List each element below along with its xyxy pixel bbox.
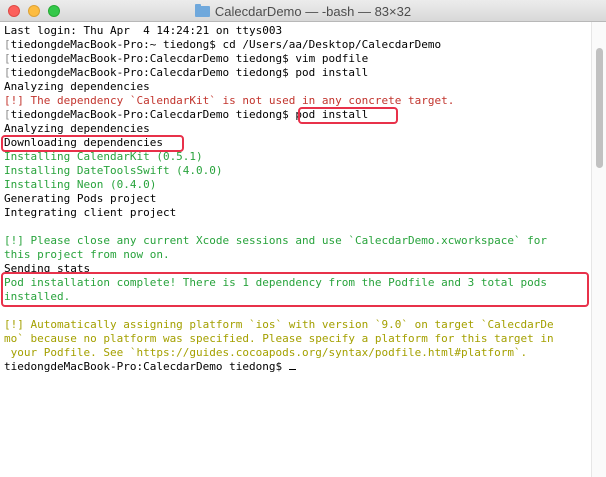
terminal-output[interactable]: Last login: Thu Apr 4 14:24:21 on ttys00… xyxy=(0,22,590,477)
terminal-line: [tiedongdeMacBook-Pro:~ tiedong$ cd /Use… xyxy=(4,38,590,52)
terminal-line: tiedongdeMacBook-Pro:CalecdarDemo tiedon… xyxy=(4,360,590,374)
terminal-line-text: Downloading dependencies xyxy=(4,136,163,149)
line-marker: [ xyxy=(4,66,11,79)
terminal-line: [!] Automatically assigning platform `io… xyxy=(4,318,590,332)
terminal-line: [tiedongdeMacBook-Pro:CalecdarDemo tiedo… xyxy=(4,66,590,80)
terminal-line-text: installed. xyxy=(4,290,71,303)
terminal-line: Pod installation complete! There is 1 de… xyxy=(4,276,590,290)
terminal-line: [!] Please close any current Xcode sessi… xyxy=(4,234,590,248)
terminal-line: Analyzing dependencies xyxy=(4,122,590,136)
folder-icon xyxy=(194,3,210,17)
terminal-window: CalecdarDemo — -bash — 83×32 Last login:… xyxy=(0,0,606,477)
terminal-line-text: tiedongdeMacBook-Pro:CalecdarDemo tiedon… xyxy=(4,360,289,373)
terminal-line-text: Generating Pods project xyxy=(4,192,157,205)
terminal-line-text: tiedongdeMacBook-Pro:CalecdarDemo tiedon… xyxy=(10,108,369,121)
scrollbar[interactable] xyxy=(591,22,606,477)
terminal-line: Downloading dependencies xyxy=(4,136,590,150)
terminal-line-text: Installing Neon (0.4.0) xyxy=(4,178,157,191)
terminal-line-text: Installing DateToolsSwift (4.0.0) xyxy=(4,164,223,177)
terminal-line-text: Sending stats xyxy=(4,262,91,275)
terminal-line: your Podfile. See `https://guides.cocoap… xyxy=(4,346,590,360)
terminal-line: [tiedongdeMacBook-Pro:CalecdarDemo tiedo… xyxy=(4,52,590,66)
terminal-line: this project from now on. xyxy=(4,248,590,262)
terminal-line-text: tiedongdeMacBook-Pro:~ tiedong$ cd /User… xyxy=(10,38,442,51)
terminal-line-text: this project from now on. xyxy=(4,248,170,261)
terminal-line-text: Installing CalendarKit (0.5.1) xyxy=(4,150,203,163)
terminal-line-text: Analyzing dependencies xyxy=(4,80,150,93)
terminal-line-text: [!] Please close any current Xcode sessi… xyxy=(4,234,548,247)
terminal-line: Last login: Thu Apr 4 14:24:21 on ttys00… xyxy=(4,24,590,38)
terminal-line: [!] The dependency `CalendarKit` is not … xyxy=(4,94,590,108)
scrollbar-thumb[interactable] xyxy=(596,48,603,168)
terminal-line-text: [!] The dependency `CalendarKit` is not … xyxy=(4,94,455,107)
terminal-line: [tiedongdeMacBook-Pro:CalecdarDemo tiedo… xyxy=(4,108,590,122)
terminal-line-text: Integrating client project xyxy=(4,206,177,219)
text-cursor xyxy=(288,369,296,370)
terminal-line-text: Analyzing dependencies xyxy=(4,122,150,135)
terminal-line: Installing CalendarKit (0.5.1) xyxy=(4,150,590,164)
line-marker: [ xyxy=(4,52,11,65)
terminal-line-text: tiedongdeMacBook-Pro:CalecdarDemo tiedon… xyxy=(10,66,369,79)
terminal-line: Analyzing dependencies xyxy=(4,80,590,94)
title-bar[interactable]: CalecdarDemo — -bash — 83×32 xyxy=(0,0,606,22)
line-marker: [ xyxy=(4,38,11,51)
window-title-wrap: CalecdarDemo — -bash — 83×32 xyxy=(0,0,606,22)
terminal-line: Installing Neon (0.4.0) xyxy=(4,178,590,192)
terminal-line-text: Pod installation complete! There is 1 de… xyxy=(4,276,548,289)
terminal-line: Sending stats xyxy=(4,262,590,276)
terminal-line-text: Last login: Thu Apr 4 14:24:21 on ttys00… xyxy=(4,24,283,37)
terminal-line: mo` because no platform was specified. P… xyxy=(4,332,590,346)
terminal-line-text: mo` because no platform was specified. P… xyxy=(4,332,554,345)
terminal-line-text: [!] Automatically assigning platform `io… xyxy=(4,318,554,331)
terminal-line-text: your Podfile. See `https://guides.cocoap… xyxy=(4,346,528,359)
line-marker: [ xyxy=(4,108,11,121)
terminal-line: Installing DateToolsSwift (4.0.0) xyxy=(4,164,590,178)
terminal-line-text: tiedongdeMacBook-Pro:CalecdarDemo tiedon… xyxy=(10,52,369,65)
terminal-line: installed. xyxy=(4,290,590,304)
window-title: CalecdarDemo — -bash — 83×32 xyxy=(214,3,412,19)
terminal-line: Generating Pods project xyxy=(4,192,590,206)
terminal-line: Integrating client project xyxy=(4,206,590,220)
